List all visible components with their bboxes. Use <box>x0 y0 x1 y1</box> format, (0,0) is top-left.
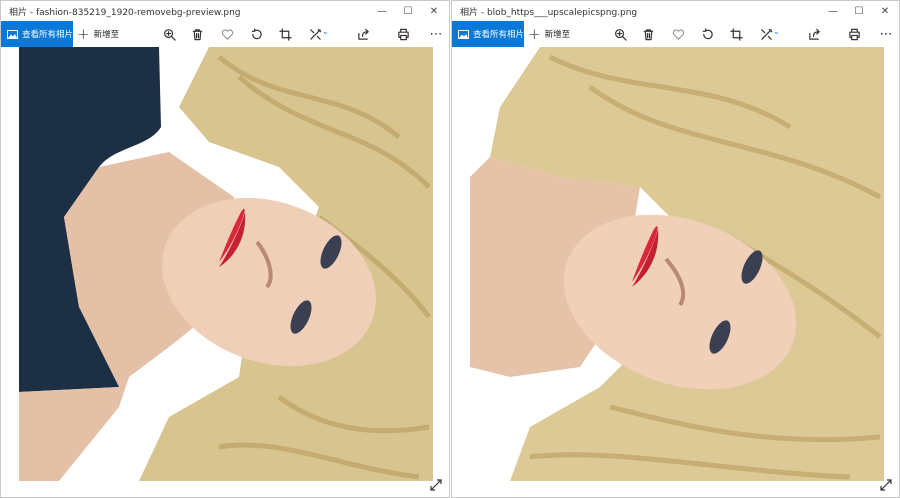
view-all-photos-button[interactable]: 查看所有相片 <box>452 21 524 47</box>
heart-icon <box>672 28 684 40</box>
view-all-photos-button[interactable]: 查看所有相片 <box>1 21 73 47</box>
maximize-button[interactable]: ☐ <box>846 1 872 21</box>
photos-window-right: 相片 - blob_https___upscalepicspng.png — ☐… <box>451 0 900 498</box>
more-button[interactable]: ⋯ <box>426 24 446 44</box>
photos-icon <box>7 29 18 39</box>
plus-icon: + <box>528 24 541 43</box>
add-to-label: 新增至 <box>93 30 120 40</box>
rotate-icon <box>702 27 713 39</box>
close-button[interactable]: ✕ <box>872 1 898 21</box>
crop-icon <box>729 27 743 41</box>
portrait-photo <box>19 47 433 481</box>
crop-button[interactable] <box>275 24 295 44</box>
add-to-button[interactable]: + 新增至 <box>77 21 119 47</box>
view-all-label: 查看所有相片 <box>472 30 524 40</box>
share-icon <box>808 28 820 40</box>
expand-icon <box>880 479 892 491</box>
photo-canvas[interactable] <box>470 47 884 481</box>
print-button[interactable] <box>393 24 413 44</box>
photos-window-left: 相片 - fashion-835219_1920-removebg-previe… <box>0 0 450 498</box>
edit-button[interactable]: ⌄ <box>756 24 780 44</box>
favorite-button[interactable] <box>668 24 688 44</box>
favorite-button[interactable] <box>217 24 237 44</box>
title-bar[interactable]: 相片 - fashion-835219_1920-removebg-previe… <box>1 1 449 21</box>
add-to-button[interactable]: + 新增至 <box>528 21 570 47</box>
portrait-photo <box>470 47 884 481</box>
expand-button[interactable] <box>879 477 893 491</box>
zoom-in-icon <box>614 28 627 41</box>
photos-icon <box>458 29 469 39</box>
minimize-button[interactable]: — <box>820 1 846 21</box>
share-button[interactable] <box>804 24 824 44</box>
edit-icon <box>760 28 772 40</box>
chevron-down-icon: ⌄ <box>773 27 780 36</box>
add-to-label: 新增至 <box>544 30 571 40</box>
view-all-label: 查看所有相片 <box>21 30 73 40</box>
window-title: 相片 - fashion-835219_1920-removebg-previe… <box>9 8 241 18</box>
expand-button[interactable] <box>429 477 443 491</box>
minimize-button[interactable]: — <box>369 1 395 21</box>
delete-button[interactable] <box>187 24 207 44</box>
edit-button[interactable]: ⌄ <box>305 24 329 44</box>
rotate-button[interactable] <box>246 24 266 44</box>
share-icon <box>357 28 369 40</box>
plus-icon: + <box>77 24 90 43</box>
rotate-icon <box>251 27 262 39</box>
toolbar: 查看所有相片 + 新增至 ⌄ ⋯ <box>452 21 899 47</box>
delete-icon <box>192 28 202 40</box>
rotate-button[interactable] <box>697 24 717 44</box>
zoom-in-icon <box>163 28 176 41</box>
toolbar: 查看所有相片 + 新增至 ⌄ ⋯ <box>1 21 449 47</box>
heart-icon <box>221 28 233 40</box>
maximize-button[interactable]: ☐ <box>395 1 421 21</box>
expand-icon <box>430 479 442 491</box>
zoom-in-button[interactable] <box>159 24 179 44</box>
crop-button[interactable] <box>726 24 746 44</box>
share-button[interactable] <box>353 24 373 44</box>
delete-button[interactable] <box>638 24 658 44</box>
edit-icon <box>309 28 321 40</box>
window-title: 相片 - blob_https___upscalepicspng.png <box>460 8 638 18</box>
more-button[interactable]: ⋯ <box>876 24 896 44</box>
close-button[interactable]: ✕ <box>421 1 447 21</box>
chevron-down-icon: ⌄ <box>322 27 329 36</box>
zoom-in-button[interactable] <box>610 24 630 44</box>
print-button[interactable] <box>844 24 864 44</box>
photo-canvas[interactable] <box>19 47 433 481</box>
delete-icon <box>643 28 653 40</box>
print-icon <box>397 28 409 40</box>
print-icon <box>848 28 860 40</box>
crop-icon <box>278 27 292 41</box>
title-bar[interactable]: 相片 - blob_https___upscalepicspng.png — ☐… <box>452 1 899 21</box>
